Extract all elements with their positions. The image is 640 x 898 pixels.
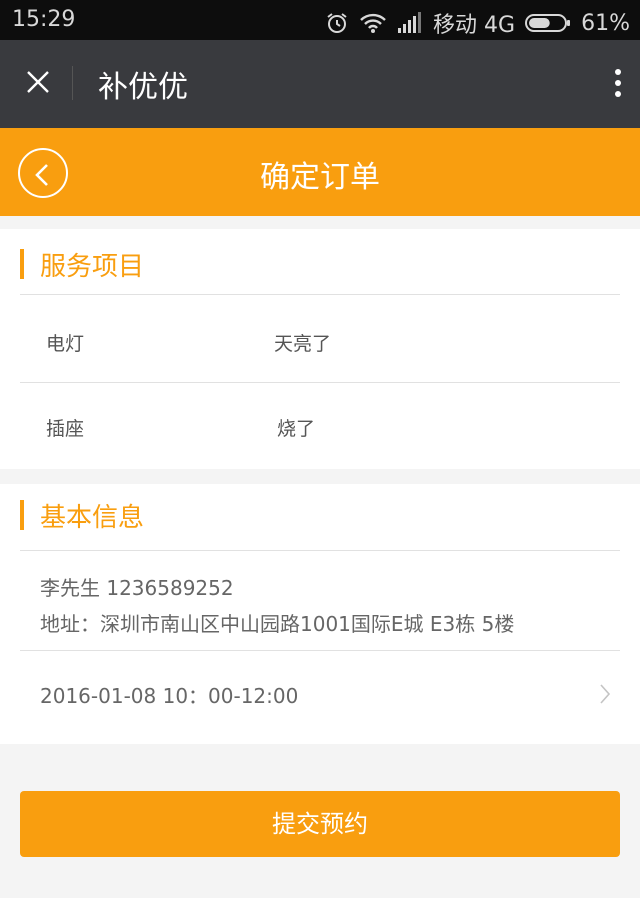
service-item-name: 插座 (46, 418, 85, 440)
service-section-title: 服务项目 (20, 249, 144, 282)
section-accent-bar (20, 500, 24, 530)
submit-booking-button[interactable]: 提交预约 (20, 791, 620, 857)
info-section: 基本信息 李先生 1236589252 地址：深圳市南山区中山园路1001国际E… (0, 484, 640, 744)
divider (20, 550, 620, 551)
address-info: 地址：深圳市南山区中山园路1001国际E城 E3栋 5楼 (40, 612, 515, 636)
section-accent-bar (20, 249, 24, 279)
chevron-right-icon (598, 682, 612, 710)
more-menu-icon[interactable] (610, 68, 626, 100)
contact-info: 李先生 1236589252 (40, 576, 234, 600)
info-section-title: 基本信息 (20, 500, 144, 533)
alarm-icon (325, 11, 349, 35)
section-title-text: 基本信息 (40, 502, 145, 533)
service-item-desc: 天亮了 (274, 333, 332, 355)
status-time: 15:29 (12, 7, 76, 32)
appointment-time: 2016-01-08 10：00-12:00 (40, 684, 299, 708)
service-item-desc: 烧了 (277, 418, 316, 440)
close-icon[interactable] (20, 64, 56, 100)
status-bar: 15:29 移动 4G 61% (0, 0, 640, 40)
app-bar-divider (72, 66, 73, 100)
divider (20, 294, 620, 295)
page-title: 确定订单 (260, 160, 380, 195)
wifi-icon (359, 12, 387, 34)
service-item-name: 电灯 (46, 333, 85, 355)
divider (20, 650, 620, 651)
battery-icon (525, 12, 571, 34)
carrier-label: 移动 4G (433, 13, 516, 38)
section-title-text: 服务项目 (40, 251, 145, 282)
appointment-time-row[interactable]: 2016-01-08 10：00-12:00 (0, 680, 640, 740)
app-title: 补优优 (98, 70, 188, 105)
service-section: 服务项目 电灯 天亮了 插座 烧了 (0, 229, 640, 469)
signal-icon (397, 12, 423, 34)
divider (20, 382, 620, 383)
battery-label: 61% (581, 10, 630, 36)
app-bar: 补优优 (0, 40, 640, 128)
page-header: 确定订单 (0, 128, 640, 216)
